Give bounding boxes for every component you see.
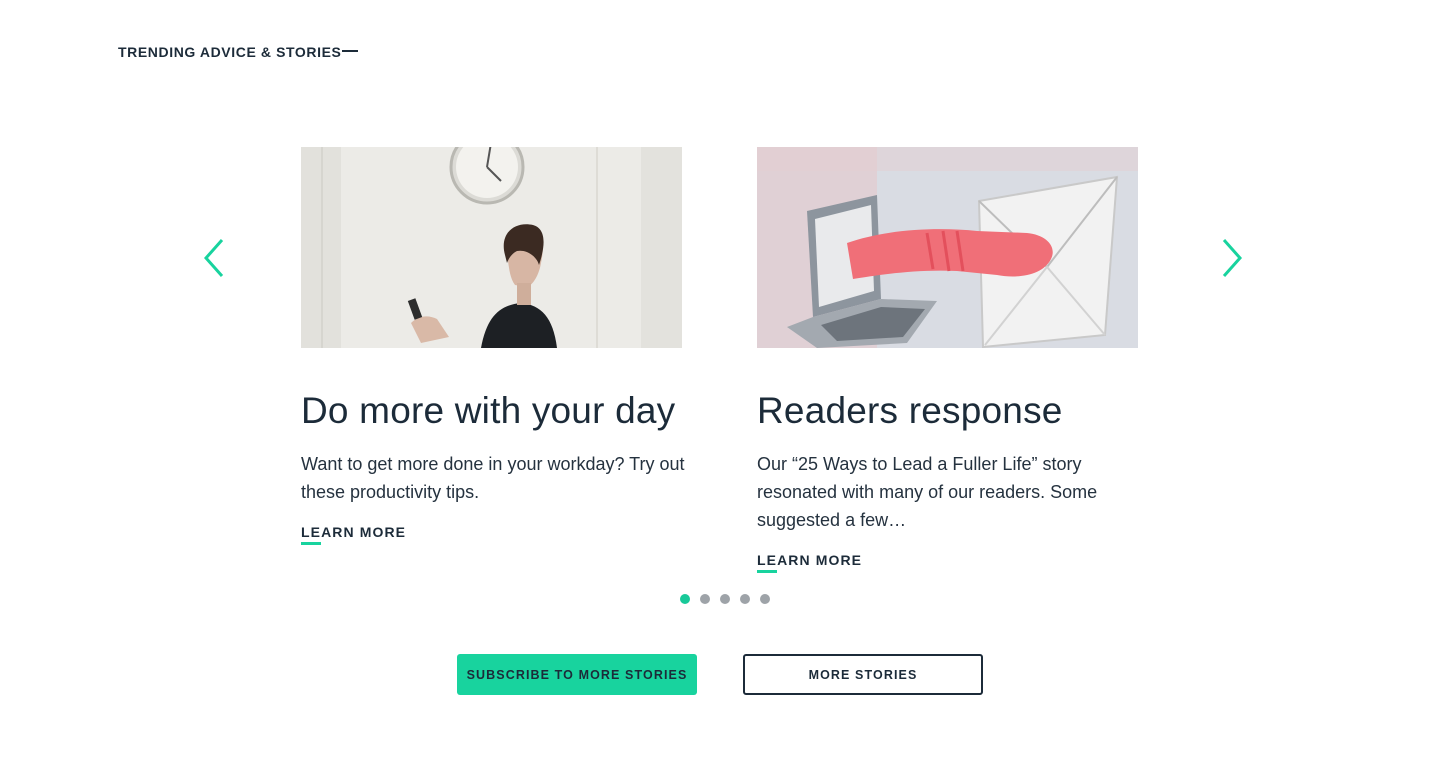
carousel-pagination bbox=[680, 594, 770, 604]
story-card: Do more with your day Want to get more d… bbox=[301, 147, 685, 545]
chevron-right-icon bbox=[1218, 239, 1246, 284]
learn-more-link[interactable]: LEARN MORE bbox=[757, 552, 863, 573]
link-underline bbox=[301, 542, 321, 545]
heading-dash bbox=[342, 50, 359, 53]
learn-more-label: LEARN MORE bbox=[757, 552, 863, 568]
story-card: Readers response Our “25 Ways to Lead a … bbox=[757, 147, 1139, 573]
learn-more-link[interactable]: LEARN MORE bbox=[301, 524, 407, 545]
subscribe-button[interactable]: SUBSCRIBE TO MORE STORIES bbox=[457, 654, 697, 695]
link-underline bbox=[757, 570, 777, 573]
chevron-left-icon bbox=[200, 239, 228, 284]
story-title: Readers response bbox=[757, 390, 1063, 431]
more-stories-button[interactable]: MORE STORIES bbox=[743, 654, 983, 695]
laptop-hand-envelope-illustration[interactable] bbox=[757, 147, 1138, 348]
carousel-next-button[interactable] bbox=[1218, 236, 1246, 280]
learn-more-label: LEARN MORE bbox=[301, 524, 407, 540]
carousel-dot[interactable] bbox=[760, 594, 770, 604]
carousel-dot[interactable] bbox=[740, 594, 750, 604]
carousel-dot[interactable] bbox=[680, 594, 690, 604]
story-title: Do more with your day bbox=[301, 390, 676, 431]
section-heading-text: TRENDING ADVICE & STORIES bbox=[118, 44, 342, 60]
woman-with-phone-photo[interactable] bbox=[301, 147, 682, 348]
trending-section: TRENDING ADVICE & STORIES Do more with y… bbox=[0, 0, 1440, 784]
carousel-dot[interactable] bbox=[720, 594, 730, 604]
story-description: Want to get more done in your workday? T… bbox=[301, 454, 685, 502]
carousel-dot[interactable] bbox=[700, 594, 710, 604]
carousel-prev-button[interactable] bbox=[200, 236, 228, 280]
section-heading: TRENDING ADVICE & STORIES bbox=[118, 44, 359, 60]
story-description: Our “25 Ways to Lead a Fuller Life” stor… bbox=[757, 454, 1098, 530]
